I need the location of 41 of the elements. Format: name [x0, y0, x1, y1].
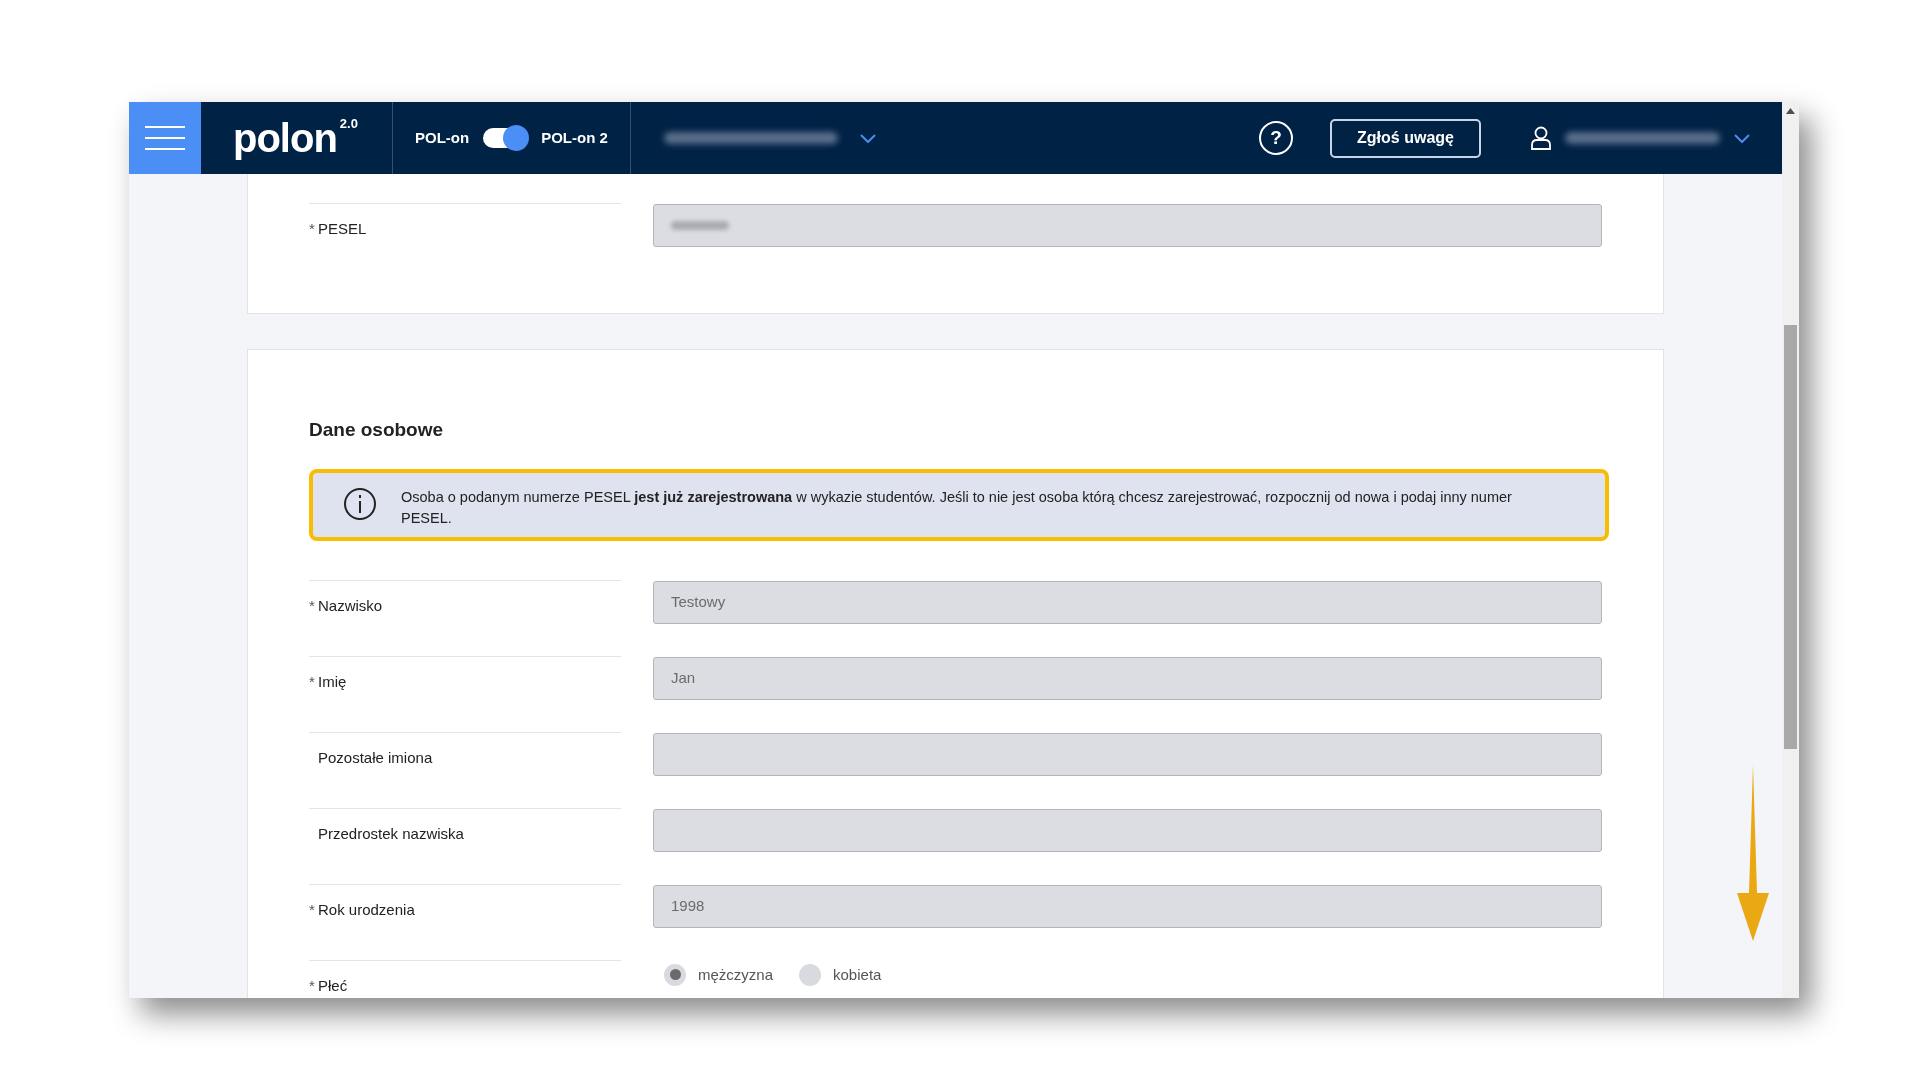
- help-button[interactable]: ?: [1259, 121, 1293, 155]
- required-mark: *: [309, 975, 316, 996]
- field-label: Rok urodzenia: [318, 899, 415, 920]
- menu-button[interactable]: [129, 102, 201, 174]
- user-icon[interactable]: [1531, 126, 1551, 150]
- field-label: Płeć: [318, 975, 348, 996]
- version-toggle[interactable]: [483, 128, 528, 148]
- field-label: Nazwisko: [318, 595, 383, 616]
- scroll-up-icon[interactable]: [1786, 108, 1795, 114]
- scrollbar[interactable]: [1782, 102, 1799, 998]
- radio-option[interactable]: kobieta: [799, 963, 882, 986]
- input-field[interactable]: Testowy: [653, 580, 1602, 624]
- toggle-label: POL-on: [415, 127, 470, 148]
- input-field[interactable]: [653, 204, 1602, 247]
- report-button[interactable]: Zgłoś uwagę: [1330, 118, 1481, 158]
- input-field[interactable]: [653, 732, 1602, 776]
- menu-icon: [145, 125, 185, 151]
- field-label: Pozostałe imiona: [318, 747, 433, 768]
- toggle-label: POL-on 2: [541, 127, 608, 148]
- required-mark: *: [309, 595, 316, 616]
- field-label: Przedrostek nazwiska: [318, 823, 464, 844]
- notice-text: Osoba o podanym numerze PESEL jest już zarejestrowana w wykazie studentów. Jeśli to nie jest osoba którą chcesz zarejestrować, rozpocznij od nowa i podaj inny numer PESEL.: [401, 487, 1513, 528]
- info-icon: [343, 486, 377, 521]
- required-mark: *: [309, 219, 316, 239]
- chevron-down-icon[interactable]: [1734, 133, 1750, 143]
- blurred-text: [671, 221, 729, 230]
- input-field[interactable]: Jan: [653, 656, 1602, 700]
- logo-version: 2.0: [339, 115, 358, 133]
- required-mark: *: [309, 899, 316, 920]
- radio-button[interactable]: [799, 963, 822, 986]
- logo-text: polon: [233, 118, 337, 158]
- section-title: Dane osobowe: [309, 418, 445, 442]
- input-field[interactable]: [653, 808, 1602, 852]
- field-label: Imię: [318, 671, 347, 692]
- scroll-thumb[interactable]: [1784, 325, 1797, 749]
- radio-button[interactable]: [664, 963, 686, 986]
- input-field[interactable]: 1998: [653, 884, 1602, 928]
- radio-option[interactable]: mężczyzna: [664, 963, 774, 986]
- chevron-down-icon[interactable]: [859, 133, 876, 143]
- field-label: PESEL: [318, 219, 367, 239]
- required-mark: *: [309, 671, 316, 692]
